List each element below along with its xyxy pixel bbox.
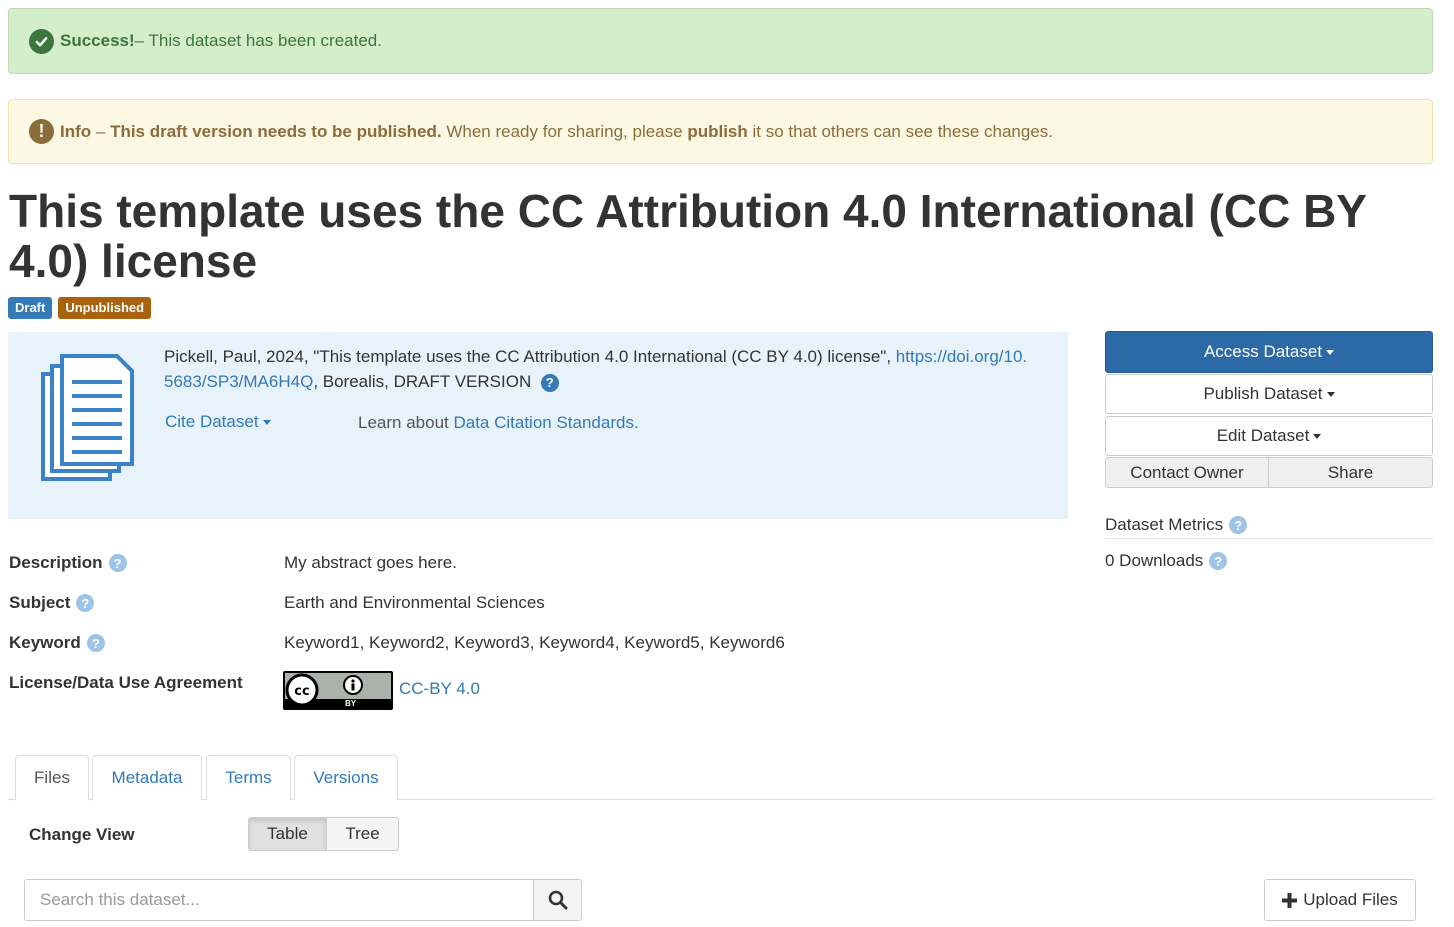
license-badge-text: BY bbox=[345, 699, 357, 708]
description-value: My abstract goes here. bbox=[284, 553, 457, 572]
keyword-help-icon[interactable]: ? bbox=[86, 634, 105, 652]
check-circle-icon bbox=[29, 28, 54, 54]
caret-down-icon bbox=[262, 420, 271, 426]
learn-prefix: Learn about bbox=[358, 413, 454, 432]
info-post: it so that others can see these changes. bbox=[747, 121, 1054, 141]
learn-citation: Learn about Data Citation Standards. bbox=[358, 413, 639, 433]
caret-down-icon bbox=[1326, 349, 1335, 355]
publish-link[interactable]: publish bbox=[687, 122, 747, 142]
citation-text: Pickell, Paul, 2024, "This template uses… bbox=[164, 344, 1064, 394]
caret-down-icon bbox=[1313, 433, 1322, 439]
tab-versions[interactable]: Versions bbox=[294, 755, 398, 800]
access-dataset-label: Access Dataset bbox=[1203, 342, 1323, 361]
subject-help-icon[interactable]: ? bbox=[76, 594, 95, 612]
cite-dataset-button[interactable]: Cite Dataset bbox=[165, 412, 271, 432]
status-badges: Draft Unpublished bbox=[8, 297, 152, 319]
edit-dataset-button[interactable]: Edit Dataset bbox=[1105, 416, 1433, 456]
citation-body: Pickell, Paul, 2024, "This template uses… bbox=[164, 347, 896, 366]
tab-terms[interactable]: Terms bbox=[206, 755, 291, 800]
subject-value: Earth and Environmental Sciences bbox=[284, 593, 545, 612]
draft-badge: Draft bbox=[8, 297, 53, 319]
keyword-label: Keyword ? bbox=[9, 633, 105, 653]
page-title: This template uses the CC Attribution 4.… bbox=[9, 185, 1367, 287]
plus-icon bbox=[1282, 892, 1298, 908]
publish-dataset-button[interactable]: Publish Dataset bbox=[1105, 374, 1433, 414]
keyword-value: Keyword1, Keyword2, Keyword3, Keyword4, … bbox=[284, 633, 785, 652]
citation-standards-link[interactable]: Data Citation Standards. bbox=[453, 413, 638, 432]
access-dataset-button[interactable]: Access Dataset bbox=[1105, 331, 1433, 373]
license-label: License/Data Use Agreement bbox=[9, 673, 243, 692]
share-button[interactable]: Share bbox=[1268, 457, 1433, 488]
upload-files-button[interactable]: Upload Files bbox=[1264, 879, 1416, 921]
edit-dataset-label: Edit Dataset bbox=[1216, 426, 1310, 445]
tab-files[interactable]: Files bbox=[15, 755, 89, 801]
tab-metadata[interactable]: Metadata bbox=[92, 755, 202, 800]
change-view-label: Change View bbox=[29, 825, 135, 844]
downloads-count: 0 Downloads ? bbox=[1105, 551, 1228, 571]
success-alert: Success! – This dataset has been created… bbox=[8, 8, 1433, 74]
citation-box: Pickell, Paul, 2024, "This template uses… bbox=[8, 332, 1068, 519]
description-label: Description ? bbox=[9, 553, 127, 573]
metrics-help-icon[interactable]: ? bbox=[1229, 516, 1248, 534]
citation-suffix: , Borealis, DRAFT VERSION bbox=[313, 372, 536, 391]
license-link[interactable]: CC-BY 4.0 bbox=[399, 679, 480, 699]
info-dash: – bbox=[91, 121, 111, 141]
unpublished-badge: Unpublished bbox=[58, 297, 152, 319]
citation-help-icon[interactable]: ? bbox=[540, 373, 559, 392]
downloads-help-icon[interactable]: ? bbox=[1209, 552, 1228, 570]
upload-files-label: Upload Files bbox=[1303, 890, 1398, 909]
success-message: – This dataset has been created. bbox=[134, 31, 382, 50]
dataset-metrics-heading: Dataset Metrics ? bbox=[1105, 515, 1248, 535]
info-pre: When ready for sharing, please bbox=[441, 121, 688, 141]
search-icon bbox=[548, 890, 567, 910]
downloads-label: 0 Downloads bbox=[1105, 551, 1204, 570]
description-label-text: Description bbox=[9, 553, 103, 572]
cite-dataset-label: Cite Dataset bbox=[165, 412, 259, 431]
subject-label: Subject ? bbox=[9, 593, 95, 613]
doi-part-1: https://doi.org/10. bbox=[895, 347, 1028, 366]
metrics-divider bbox=[1105, 538, 1433, 539]
info-strong: This draft version needs to be published… bbox=[110, 121, 442, 141]
success-label: Success! bbox=[60, 31, 135, 50]
svg-text:cc: cc bbox=[294, 684, 309, 699]
keyword-label-text: Keyword bbox=[9, 633, 81, 652]
metrics-label: Dataset Metrics bbox=[1105, 515, 1224, 534]
contact-owner-button[interactable]: Contact Owner bbox=[1105, 457, 1269, 488]
subject-label-text: Subject bbox=[9, 593, 71, 612]
document-stack-icon bbox=[41, 354, 134, 481]
caret-down-icon bbox=[1326, 391, 1335, 397]
search-input[interactable] bbox=[24, 879, 534, 921]
exclamation-circle-icon: ! bbox=[29, 119, 54, 144]
publish-dataset-label: Publish Dataset bbox=[1203, 384, 1323, 403]
doi-part-2: 5683/SP3/MA6H4Q bbox=[164, 372, 314, 391]
search-button[interactable] bbox=[533, 879, 582, 921]
info-label: Info bbox=[60, 121, 92, 141]
description-help-icon[interactable]: ? bbox=[108, 554, 127, 572]
cc-by-license-badge: cc BY bbox=[283, 671, 393, 710]
table-view-button[interactable]: Table bbox=[248, 817, 327, 851]
tree-view-button[interactable]: Tree bbox=[327, 817, 399, 851]
info-alert: ! Info – This draft version needs to be … bbox=[8, 99, 1433, 164]
